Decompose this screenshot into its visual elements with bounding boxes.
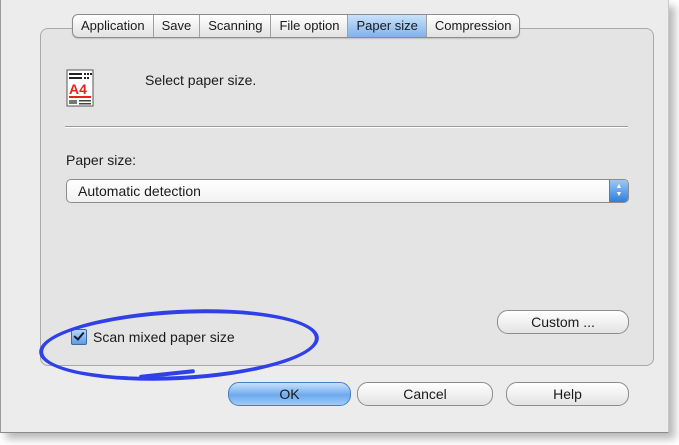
paper-size-value: Automatic detection <box>78 183 201 199</box>
paper-size-label: Paper size: <box>66 152 137 168</box>
tab-application[interactable]: Application <box>73 15 154 37</box>
paper-size-select[interactable]: Automatic detection ▲ ▼ <box>66 179 629 203</box>
updown-arrows-icon: ▲ ▼ <box>609 180 628 202</box>
separator <box>65 126 628 128</box>
tab-compression[interactable]: Compression <box>427 15 520 37</box>
preferences-dialog: Application Save Scanning File option Pa… <box>0 0 669 433</box>
cancel-button[interactable]: Cancel <box>357 382 493 406</box>
tab-bar: Application Save Scanning File option Pa… <box>72 14 521 38</box>
tab-paper-size[interactable]: Paper size <box>348 15 427 37</box>
header-description: Select paper size. <box>145 72 257 88</box>
help-button[interactable]: Help <box>506 382 629 406</box>
tab-scanning[interactable]: Scanning <box>200 15 272 37</box>
tab-file-option[interactable]: File option <box>271 15 349 37</box>
ok-button[interactable]: OK <box>228 382 351 406</box>
a4-paper-icon: A4 <box>66 69 94 107</box>
custom-button[interactable]: Custom ... <box>497 310 629 334</box>
a4-icon-text: A4 <box>69 81 87 97</box>
tab-save[interactable]: Save <box>154 15 201 37</box>
